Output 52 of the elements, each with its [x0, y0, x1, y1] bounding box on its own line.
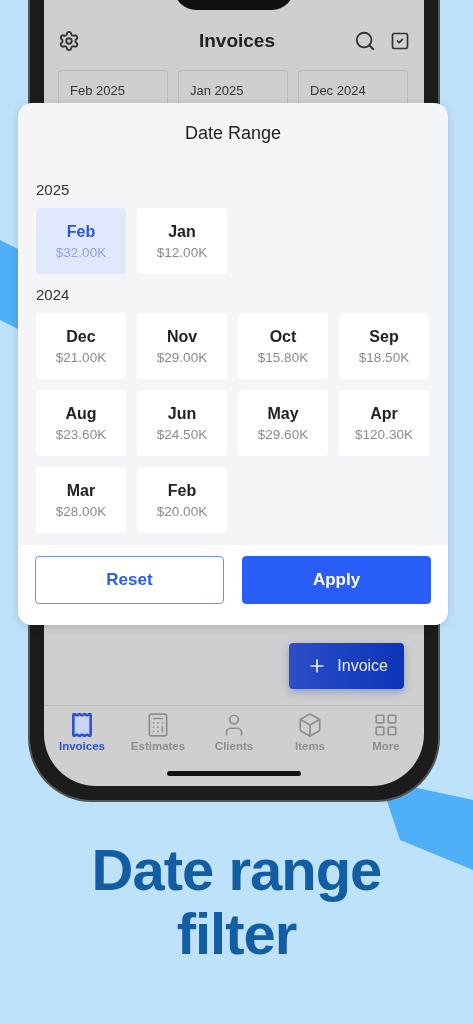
month-card[interactable]: Feb $20.00K	[137, 467, 227, 533]
receipt-icon	[69, 712, 95, 738]
month-amount: $24.50K	[156, 426, 208, 442]
month-card[interactable]: Feb $32.00K	[36, 208, 126, 274]
reset-button[interactable]: Reset	[35, 556, 224, 604]
grid-icon	[373, 712, 399, 738]
month-card[interactable]: Jun $24.50K	[137, 390, 227, 456]
month-amount: $12.00K	[156, 244, 208, 260]
month-amount: $23.60K	[55, 426, 107, 442]
new-invoice-button[interactable]: Invoice	[289, 643, 404, 689]
search-icon[interactable]	[354, 30, 376, 52]
month-card[interactable]: Nov $29.00K	[137, 313, 227, 379]
month-name: Feb	[167, 481, 197, 500]
month-card[interactable]: Aug $23.60K	[36, 390, 126, 456]
month-name: Feb	[66, 222, 96, 241]
dialog-title: Date Range	[183, 122, 283, 145]
month-name: Mar	[66, 481, 96, 500]
month-name: Sep	[369, 327, 399, 346]
month-name: Oct	[269, 327, 297, 346]
month-amount: $29.60K	[257, 426, 309, 442]
month-amount: $21.00K	[55, 349, 107, 365]
month-card[interactable]: May $29.60K	[238, 390, 328, 456]
month-card[interactable]: Dec $21.00K	[36, 313, 126, 379]
month-name: May	[267, 404, 299, 423]
month-amount: $120.30K	[355, 426, 413, 442]
month-name: Jan	[168, 222, 196, 241]
month-amount: $28.00K	[55, 503, 107, 519]
month-card[interactable]: Sep $18.50K	[339, 313, 429, 379]
nav-tab[interactable]: Invoices	[44, 712, 120, 758]
month-card[interactable]: Mar $28.00K	[36, 467, 126, 533]
month-amount: $29.00K	[156, 349, 208, 365]
checkbox-icon[interactable]	[390, 31, 410, 51]
settings-icon[interactable]	[58, 30, 80, 52]
month-amount: $20.00K	[156, 503, 208, 519]
year-label: 2025	[36, 181, 71, 198]
month-card[interactable]: Oct $15.80K	[238, 313, 328, 379]
year-label: 2024	[36, 286, 71, 303]
month-card[interactable]: Jan $12.00K	[137, 208, 227, 274]
apply-button[interactable]: Apply	[242, 556, 431, 604]
headline: Date range filter	[90, 838, 383, 966]
month-amount: $32.00K	[55, 244, 107, 260]
month-name: Nov	[166, 327, 198, 346]
month-name: Apr	[370, 404, 398, 423]
screen-title: Invoices	[197, 30, 276, 52]
month-amount: $18.50K	[358, 349, 410, 365]
month-name: Dec	[66, 327, 96, 346]
month-name: Jun	[167, 404, 197, 423]
calculator-icon	[145, 712, 171, 738]
month-card[interactable]: Apr $120.30K	[339, 390, 429, 456]
month-name: Aug	[65, 404, 97, 423]
month-amount: $15.80K	[257, 349, 309, 365]
cube-icon	[297, 712, 323, 738]
